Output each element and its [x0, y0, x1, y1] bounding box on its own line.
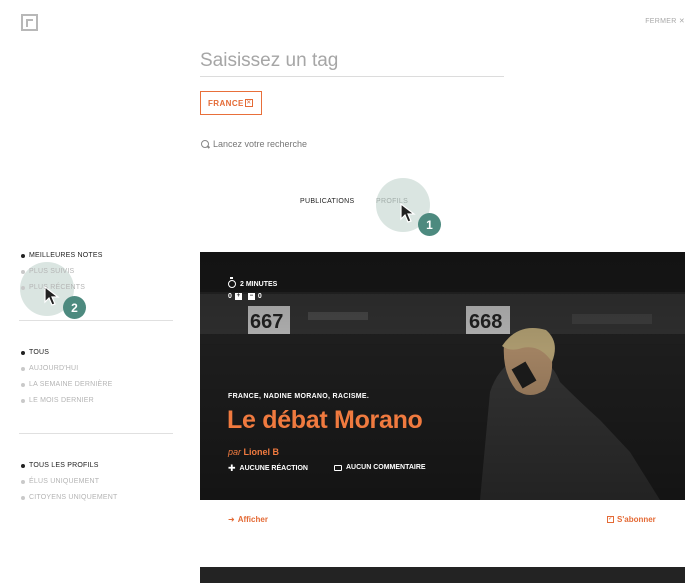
author-prefix: par [228, 447, 242, 457]
filter-all-time[interactable]: TOUS [21, 349, 49, 356]
vote-counters: 0 + − 0 [228, 293, 262, 300]
filter-label: LA SEMAINE DERNIÈRE [29, 381, 113, 388]
tutorial-step-badge: 1 [418, 213, 441, 236]
close-label: FERMER [645, 18, 677, 25]
logo-icon[interactable] [21, 14, 38, 31]
filter-elected-only[interactable]: ÉLUS UNIQUEMENT [21, 478, 99, 485]
divider [19, 433, 173, 434]
close-button[interactable]: FERMER ✕ [645, 17, 685, 25]
tab-publications[interactable]: PUBLICATIONS [300, 198, 354, 205]
radio-dot-icon [21, 463, 25, 468]
tag-chip-france[interactable]: FRANCE ✕ [200, 91, 262, 115]
author-name-link[interactable]: Lionel B [244, 447, 280, 457]
filter-label: ÉLUS UNIQUEMENT [29, 478, 100, 485]
card-title[interactable]: Le débat Morano [227, 406, 423, 435]
tutorial-step-badge: 2 [63, 296, 86, 319]
radio-dot-icon [21, 253, 25, 258]
downvote-icon[interactable]: − [247, 293, 255, 300]
tag-chip-label: FRANCE [208, 98, 244, 108]
radio-dot-icon [21, 366, 25, 371]
show-button[interactable]: ➜ Afficher [228, 515, 268, 524]
radio-dot-icon [21, 495, 25, 500]
tag-search-input[interactable] [200, 46, 504, 77]
filter-today[interactable]: AUJOURD'HUI [21, 365, 78, 372]
remove-tag-icon[interactable]: ✕ [245, 99, 253, 107]
duration-label: 2 MINUTES [240, 280, 278, 288]
filter-label: MEILLEURES NOTES [29, 252, 103, 259]
downvote-count: 0 [257, 293, 262, 300]
upvote-icon[interactable]: + [234, 293, 242, 300]
search-icon [201, 139, 210, 149]
launch-search-label: Lancez votre recherche [213, 139, 308, 149]
filter-most-recent[interactable]: PLUS RÉCENTS [21, 284, 85, 291]
comments-label: AUCUN COMMENTAIRE [346, 464, 426, 471]
filter-last-week[interactable]: LA SEMAINE DERNIÈRE [21, 381, 113, 388]
comments-button[interactable]: AUCUN COMMENTAIRE [334, 464, 426, 471]
radio-dot-icon [21, 269, 25, 274]
filter-best-rated[interactable]: MEILLEURES NOTES [21, 252, 103, 259]
stopwatch-icon [228, 277, 236, 288]
next-publication-card[interactable] [200, 567, 685, 583]
filter-label: CITOYENS UNIQUEMENT [29, 494, 118, 501]
subscribe-button[interactable]: ✓ S'abonner [607, 515, 656, 524]
radio-dot-icon [21, 350, 25, 355]
filter-label: AUJOURD'HUI [29, 365, 79, 372]
card-author: par Lionel B [228, 447, 279, 457]
seat-number: 667 [250, 311, 283, 333]
radio-dot-icon [21, 382, 25, 387]
filter-label: LE MOIS DERNIER [29, 397, 94, 404]
radio-dot-icon [21, 285, 25, 290]
show-label: Afficher [237, 515, 268, 524]
divider [19, 320, 173, 321]
filter-label: PLUS SUIVIS [29, 268, 75, 275]
seat-number: 668 [469, 311, 502, 333]
arrow-right-icon: ➜ [228, 515, 235, 524]
publication-card[interactable]: 667 668 2 MINUTES 0 + − 0 FRANCE, NADINE… [200, 252, 685, 500]
launch-search-link[interactable]: Lancez votre recherche [201, 139, 307, 149]
radio-dot-icon [21, 479, 25, 484]
subscribe-label: S'abonner [617, 515, 656, 524]
subscribe-check-icon: ✓ [607, 516, 614, 523]
radio-dot-icon [21, 398, 25, 403]
reactions-button[interactable]: ✚ AUCUNE RÉACTION [228, 463, 308, 473]
comment-icon [334, 464, 342, 471]
reactions-label: AUCUNE RÉACTION [239, 464, 308, 472]
filter-most-followed[interactable]: PLUS SUIVIS [21, 268, 74, 275]
card-seat-numbers: 667 668 [250, 311, 502, 333]
filter-label: TOUS LES PROFILS [29, 462, 99, 469]
filter-citizens-only[interactable]: CITOYENS UNIQUEMENT [21, 494, 117, 501]
filter-label: PLUS RÉCENTS [29, 284, 86, 291]
filter-label: TOUS [29, 349, 50, 356]
filter-all-profiles[interactable]: TOUS LES PROFILS [21, 462, 99, 469]
card-tags[interactable]: FRANCE, NADINE MORANO, RACISME. [228, 393, 369, 400]
close-icon: ✕ [678, 18, 685, 25]
pointer-cursor-icon [400, 203, 416, 223]
reaction-icon: ✚ [228, 463, 236, 473]
filter-last-month[interactable]: LE MOIS DERNIER [21, 397, 94, 404]
reading-duration: 2 MINUTES [228, 277, 278, 288]
upvote-count: 0 [228, 293, 232, 300]
